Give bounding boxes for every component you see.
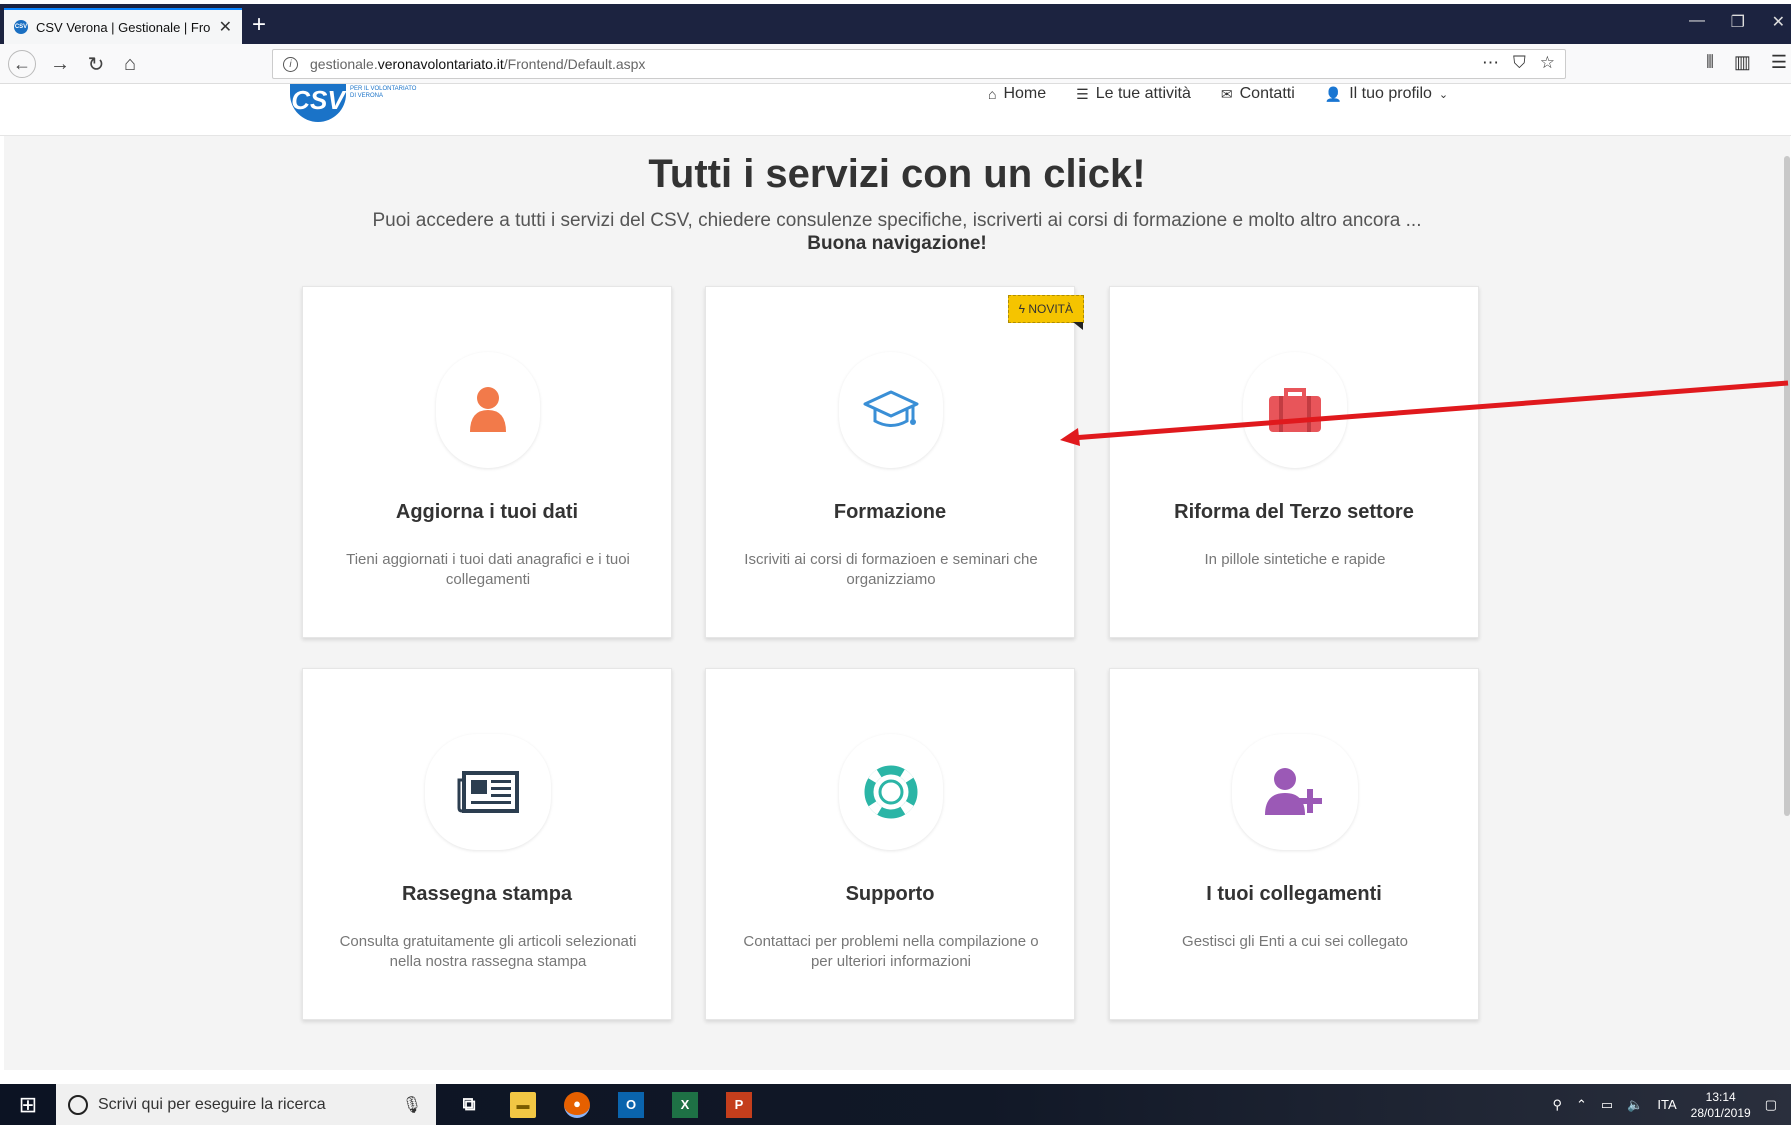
home-button[interactable]: ⌂	[116, 50, 144, 78]
user-icon: 👤	[1324, 85, 1343, 102]
volume-icon[interactable]: 🔈	[1627, 1097, 1643, 1113]
csv-logo[interactable]: CSV PER IL VOLONTARIATO DI VERONA	[290, 84, 416, 122]
search-placeholder: Scrivi qui per eseguire la ricerca	[98, 1095, 326, 1113]
list-icon: ☰	[1076, 85, 1089, 102]
browser-tab-bar: CSV CSV Verona | Gestionale | Fronte ✕ +…	[0, 0, 1791, 44]
card-desc: Tieni aggiornati i tuoi dati anagrafici …	[346, 551, 630, 588]
favicon-icon: CSV	[14, 20, 28, 34]
close-tab-icon[interactable]: ✕	[219, 17, 232, 37]
forward-button[interactable]: →	[46, 50, 74, 78]
card-title: Rassegna stampa	[401, 883, 573, 905]
powerpoint-icon[interactable]: P	[726, 1091, 752, 1118]
bookmark-star-icon[interactable]: ☆	[1540, 53, 1555, 73]
annotation-arrow	[1060, 380, 1789, 446]
menu-activities[interactable]: ☰ Le tue attività	[1076, 85, 1191, 103]
notifications-icon[interactable]: ▢	[1765, 1097, 1777, 1113]
card-desc: Consulta gratuitamente gli articoli sele…	[339, 933, 637, 970]
card-desc: In pillole sintetiche e rapide	[1204, 551, 1386, 568]
info-icon[interactable]: i	[283, 56, 298, 72]
card-icon-circle	[436, 352, 540, 468]
home-icon: ⌂	[988, 86, 997, 102]
people-icon[interactable]: ⚲	[1552, 1097, 1562, 1113]
card-collegamenti[interactable]: I tuoi collegamenti Gestisci gli Enti a …	[1109, 668, 1479, 1020]
card-formazione[interactable]: ϟ NOVITÀ Formazione Iscriviti ai corsi d…	[705, 286, 1084, 638]
taskbar: ⊞ Scrivi qui per eseguire la ricerca 🎙 ⧉…	[0, 1070, 1791, 1125]
menu-home[interactable]: ⌂ Home	[988, 85, 1046, 103]
task-view-icon[interactable]: ⧉	[456, 1092, 482, 1118]
card-title: I tuoi collegamenti	[1206, 883, 1382, 905]
new-tab-button[interactable]: +	[252, 10, 266, 40]
logo-text: PER IL VOLONTARIATO DI VERONA	[350, 86, 417, 99]
card-title: Riforma del Terzo settore	[1174, 501, 1414, 523]
minimize-icon[interactable]: —	[1689, 12, 1705, 30]
card-title: Formazione	[833, 501, 947, 523]
page-subtitle: Puoi accedere a tutti i servizi del CSV,…	[372, 210, 1422, 231]
menu-icon[interactable]: ☰	[1771, 52, 1787, 73]
person-icon	[470, 387, 506, 432]
close-window-icon[interactable]: ✕	[1772, 12, 1785, 32]
logo-mark: CSV	[290, 84, 346, 122]
page-subtitle-bold: Buona navigazione!	[807, 233, 987, 254]
new-badge: ϟ NOVITÀ	[1007, 295, 1084, 330]
reload-button[interactable]: ↻	[82, 50, 110, 78]
card-icon-circle	[1232, 734, 1358, 850]
library-icon[interactable]: ⫴	[1706, 52, 1714, 73]
main-content: Tutti i servizi con un click! Puoi acced…	[4, 136, 1790, 1070]
restore-icon[interactable]: ❐	[1731, 12, 1745, 32]
newspaper-icon	[457, 771, 519, 813]
page-actions-icon[interactable]: ⋯	[1482, 53, 1499, 73]
card-icon-circle	[839, 352, 943, 468]
browser-tab[interactable]: CSV CSV Verona | Gestionale | Fronte ✕	[4, 8, 242, 44]
language-indicator[interactable]: ITA	[1657, 1097, 1676, 1112]
tab-title: CSV Verona | Gestionale | Fronte	[36, 19, 211, 35]
clock[interactable]: 13:14 28/01/2019	[1691, 1089, 1751, 1121]
firefox-icon[interactable]: ●	[564, 1091, 590, 1118]
lifebuoy-icon	[864, 765, 918, 819]
excel-icon[interactable]: X	[672, 1091, 698, 1118]
microphone-icon[interactable]: 🎙	[402, 1095, 422, 1115]
url-bar[interactable]: i gestionale.veronavolontariato.it/Front…	[272, 49, 1566, 79]
site-menu: ⌂ Home ☰ Le tue attività ✉ Contatti 👤 Il…	[988, 84, 1448, 104]
bolt-icon: ϟ	[1018, 302, 1029, 316]
page-title: Tutti i servizi con un click!	[648, 152, 1146, 196]
add-user-icon	[1265, 768, 1322, 815]
browser-nav-bar: ← → ↻ ⌂ i gestionale.veronavolontariato.…	[0, 44, 1791, 84]
card-supporto[interactable]: Supporto Contattaci per problemi nella c…	[705, 668, 1075, 1020]
file-explorer-icon[interactable]: ▬	[510, 1091, 536, 1118]
card-rassegna-stampa[interactable]: Rassegna stampa Consulta gratuitamente g…	[302, 668, 672, 1020]
site-header: CSV PER IL VOLONTARIATO DI VERONA ⌂ Home…	[0, 84, 1791, 136]
chevron-down-icon: ⌄	[1438, 88, 1449, 101]
menu-profile[interactable]: 👤 Il tuo profilo ⌄	[1325, 85, 1448, 103]
cortana-icon	[68, 1094, 88, 1115]
windows-start-icon[interactable]: ⊞	[0, 1092, 56, 1118]
card-riforma[interactable]: Riforma del Terzo settore In pillole sin…	[1109, 286, 1479, 638]
url-text: gestionale.veronavolontariato.it/Fronten…	[310, 56, 646, 72]
card-icon-circle	[839, 734, 943, 850]
card-icon-circle	[425, 734, 551, 850]
back-button[interactable]: ←	[8, 50, 36, 78]
envelope-icon: ✉	[1220, 85, 1233, 102]
card-title: Aggiorna i tuoi dati	[395, 501, 579, 523]
scrollbar[interactable]	[1784, 156, 1790, 816]
card-desc: Contattaci per problemi nella compilazio…	[743, 933, 1039, 970]
network-icon[interactable]: ▭	[1601, 1097, 1613, 1113]
outlook-icon[interactable]: O	[618, 1091, 644, 1118]
card-desc: Iscriviti ai corsi di formazioen e semin…	[744, 551, 1038, 588]
taskbar-search[interactable]: Scrivi qui per eseguire la ricerca 🎙	[56, 1084, 436, 1125]
card-title: Supporto	[845, 883, 935, 905]
card-desc: Gestisci gli Enti a cui sei collegato	[1182, 933, 1408, 950]
card-aggiorna-dati[interactable]: Aggiorna i tuoi dati Tieni aggiornati i …	[302, 286, 672, 638]
pocket-icon[interactable]: ⛉	[1513, 53, 1526, 73]
graduation-cap-icon	[863, 390, 919, 427]
sidebar-icon[interactable]: ▥	[1734, 52, 1751, 73]
menu-contacts[interactable]: ✉ Contatti	[1221, 85, 1295, 103]
chevron-up-icon[interactable]: ⌃	[1576, 1097, 1587, 1113]
